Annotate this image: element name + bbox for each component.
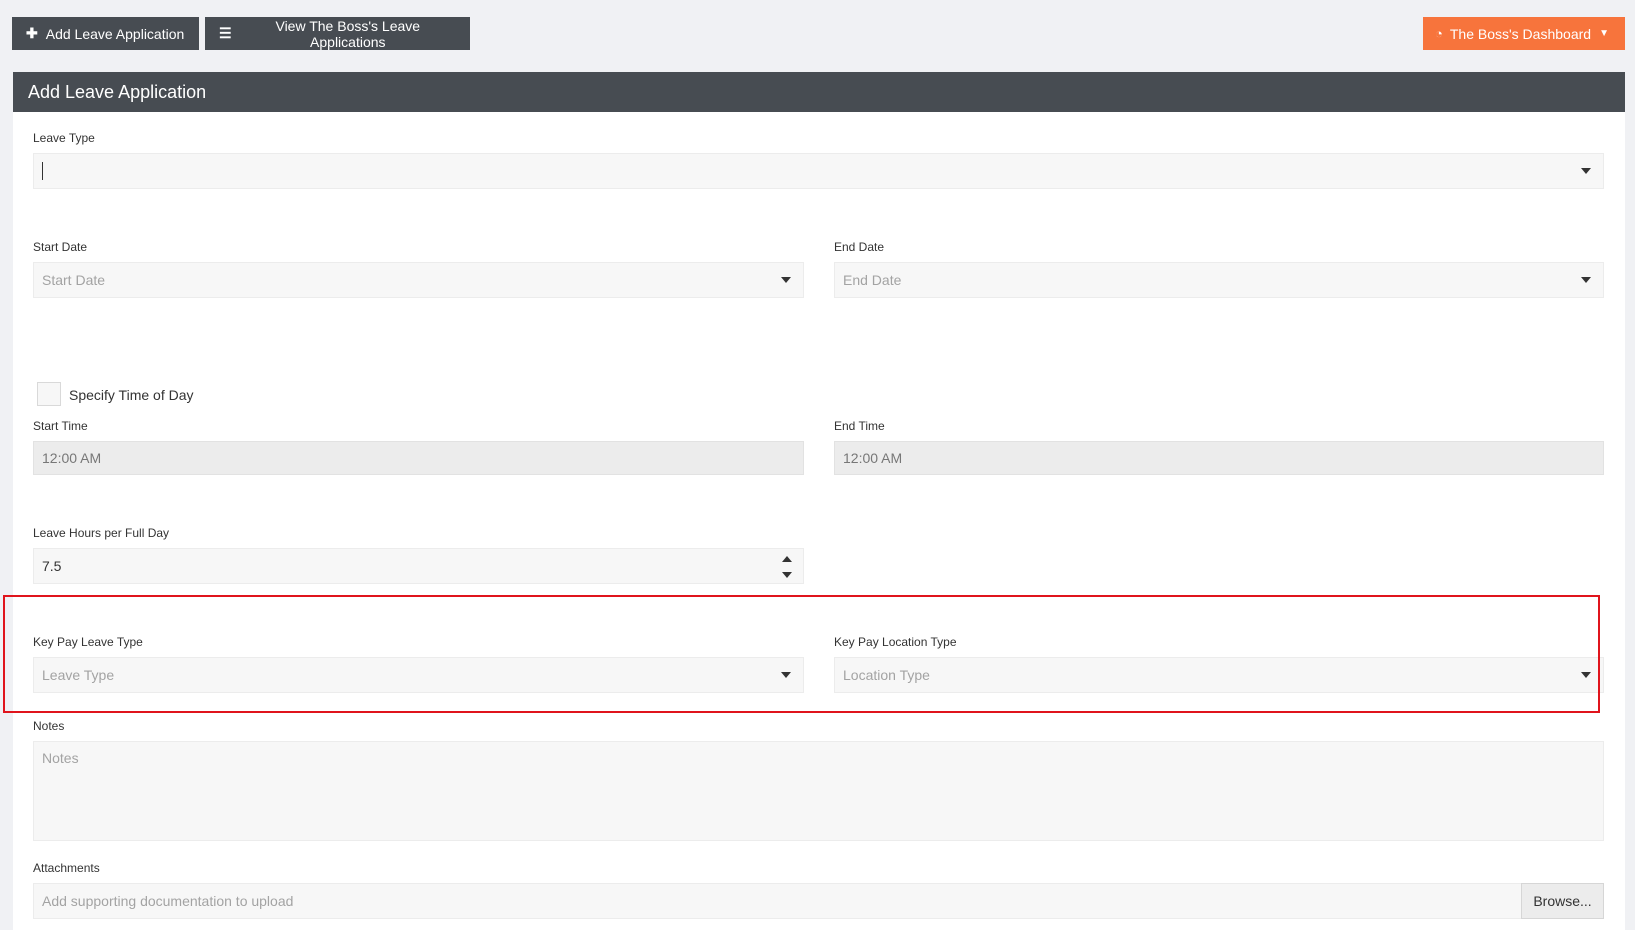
specify-time-label: Specify Time of Day: [69, 387, 194, 403]
dashboard-icon: ◔: [1435, 26, 1443, 41]
leave-hours-value: 7.5: [42, 558, 62, 574]
end-time-field[interactable]: 12:00 AM: [834, 441, 1604, 475]
text-cursor: [42, 162, 43, 180]
keypay-location-type-label: Key Pay Location Type: [834, 635, 957, 649]
start-date-label: Start Date: [33, 240, 88, 254]
notes-placeholder: Notes: [42, 750, 79, 766]
view-leave-applications-button[interactable]: ☰ View The Boss's Leave Applications: [205, 17, 470, 50]
add-leave-application-button[interactable]: ✚ Add Leave Application: [12, 17, 199, 50]
chevron-down-icon: [1581, 168, 1591, 174]
add-leave-panel: Add Leave Application Leave Type Start D…: [13, 72, 1625, 930]
attachments-label: Attachments: [33, 861, 100, 875]
leave-type-select[interactable]: [33, 153, 1604, 189]
end-time-value: 12:00 AM: [843, 450, 903, 466]
chevron-down-icon: [781, 672, 791, 678]
dashboard-dropdown-button[interactable]: ◔ The Boss's Dashboard ▼: [1423, 17, 1625, 50]
keypay-location-type-select[interactable]: Location Type: [834, 657, 1604, 693]
attachments-placeholder: Add supporting documentation to upload: [42, 893, 294, 909]
start-date-placeholder: Start Date: [42, 272, 106, 288]
end-date-placeholder: End Date: [843, 272, 902, 288]
chevron-down-icon: ▼: [1599, 28, 1609, 39]
start-date-field[interactable]: Start Date: [33, 262, 804, 298]
keypay-leave-type-select[interactable]: Leave Type: [33, 657, 804, 693]
leave-hours-label: Leave Hours per Full Day: [33, 526, 170, 540]
keypay-leave-type-label: Key Pay Leave Type: [33, 635, 143, 649]
keypay-location-type-placeholder: Location Type: [843, 667, 930, 683]
start-time-label: Start Time: [33, 419, 88, 433]
end-date-label: End Date: [834, 240, 885, 254]
add-leave-application-label: Add Leave Application: [45, 25, 185, 42]
notes-label: Notes: [33, 719, 65, 733]
panel-header: Add Leave Application: [13, 72, 1625, 112]
panel-title: Add Leave Application: [28, 81, 207, 102]
end-date-field[interactable]: End Date: [834, 262, 1604, 298]
plus-icon: ✚: [26, 25, 38, 41]
list-icon: ☰: [219, 25, 232, 41]
leave-type-label: Leave Type: [33, 131, 95, 145]
browse-label: Browse...: [1533, 893, 1592, 909]
notes-textarea[interactable]: Notes: [33, 741, 1604, 841]
browse-button[interactable]: Browse...: [1521, 883, 1604, 919]
specify-time-checkbox[interactable]: [37, 382, 61, 406]
top-toolbar: ✚ Add Leave Application ☰ View The Boss'…: [12, 17, 1625, 50]
keypay-leave-type-placeholder: Leave Type: [42, 667, 115, 683]
end-time-label: End Time: [834, 419, 885, 433]
chevron-down-icon: [1581, 672, 1591, 678]
chevron-down-icon: [781, 277, 791, 283]
leave-hours-input[interactable]: 7.5: [33, 548, 804, 584]
spin-up-icon[interactable]: [782, 556, 792, 562]
number-spinner[interactable]: [782, 554, 792, 580]
start-time-value: 12:00 AM: [42, 450, 102, 466]
chevron-down-icon: [1581, 277, 1591, 283]
spin-down-icon[interactable]: [782, 572, 792, 578]
attachments-input[interactable]: Add supporting documentation to upload: [33, 883, 1522, 919]
view-leave-applications-label: View The Boss's Leave Applications: [275, 17, 421, 50]
dashboard-label: The Boss's Dashboard: [1449, 25, 1592, 42]
start-time-field[interactable]: 12:00 AM: [33, 441, 804, 475]
